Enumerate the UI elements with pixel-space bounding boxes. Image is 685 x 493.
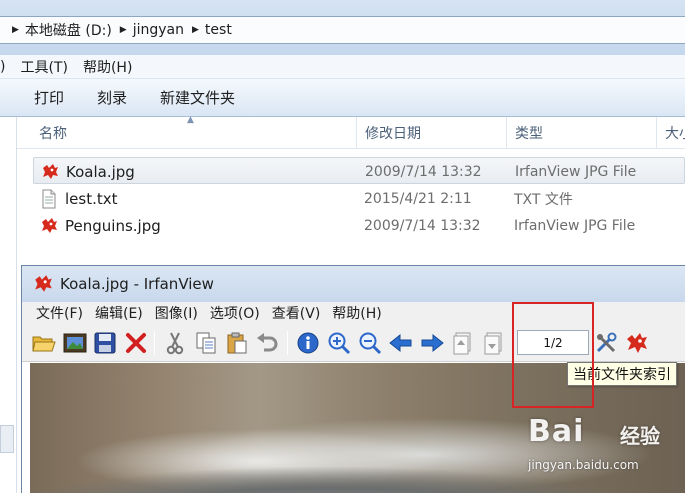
menu-image[interactable]: 图像(I) <box>155 303 198 323</box>
breadcrumb-folder-test[interactable]: test <box>205 22 232 38</box>
address-bar[interactable]: ▶ 本地磁盘 (D:) ▶ jingyan ▶ test <box>0 16 685 44</box>
baidu-jingyan-watermark: Bai 经验 jingyan.baidu.com <box>528 414 678 484</box>
about-button[interactable] <box>624 330 650 356</box>
breadcrumb-drive[interactable]: 本地磁盘 (D:) <box>25 20 112 40</box>
file-date: 2015/4/21 2:11 <box>364 190 472 207</box>
file-name: Koala.jpg <box>66 162 135 181</box>
irfanview-icon <box>35 275 52 292</box>
paste-icon <box>227 332 247 354</box>
menu-file[interactable]: 文件(F) <box>36 303 83 323</box>
next-page-button[interactable] <box>481 330 507 356</box>
column-name[interactable]: 名称 <box>31 117 357 149</box>
image-frame <box>22 363 30 493</box>
print-button[interactable]: 打印 <box>34 87 64 108</box>
text-file-icon <box>42 189 56 208</box>
delete-icon <box>126 333 146 353</box>
file-name: lest.txt <box>65 189 118 208</box>
watermark-url: jingyan.baidu.com <box>528 458 639 472</box>
previous-page-icon <box>453 332 471 355</box>
slideshow-icon <box>63 333 87 353</box>
info-icon <box>297 332 319 354</box>
burn-button[interactable]: 刻录 <box>97 87 127 108</box>
copy-button[interactable] <box>193 330 219 356</box>
next-button[interactable] <box>419 330 445 356</box>
file-type: TXT 文件 <box>514 191 573 208</box>
toolbar-separator <box>154 331 155 355</box>
window-title: Koala.jpg - IrfanView <box>60 275 214 293</box>
open-button[interactable] <box>31 330 57 356</box>
zoom-in-icon <box>328 332 351 355</box>
file-row-lest[interactable]: lest.txt 2015/4/21 2:11 TXT 文件 <box>33 185 685 212</box>
toolbar-separator <box>287 331 288 355</box>
breadcrumb-arrow-icon[interactable]: ▶ <box>192 25 199 35</box>
file-row-koala[interactable]: Koala.jpg 2009/7/14 13:32 IrfanView JPG … <box>33 157 685 184</box>
column-date[interactable]: 修改日期 <box>357 117 507 149</box>
paste-button[interactable] <box>224 330 250 356</box>
menu-view[interactable]: 查看(V) <box>272 303 321 323</box>
irfanview-logo-icon <box>627 333 647 353</box>
explorer-command-bar: 打印 刻录 新建文件夹 <box>0 79 685 117</box>
zoom-out-icon <box>359 332 382 355</box>
undo-button[interactable] <box>254 330 280 356</box>
breadcrumb-arrow-icon[interactable]: ▶ <box>120 25 127 35</box>
info-button[interactable] <box>295 330 321 356</box>
cut-icon <box>166 332 184 355</box>
file-type: IrfanView JPG File <box>515 163 637 180</box>
column-type[interactable]: 类型 <box>507 117 657 149</box>
settings-button[interactable] <box>593 330 619 356</box>
breadcrumb-folder-jingyan[interactable]: jingyan <box>133 22 184 38</box>
irfanview-title-bar[interactable]: Koala.jpg - IrfanView <box>22 266 685 302</box>
watermark-logo: Bai <box>528 414 585 449</box>
menu-edit[interactable]: 编辑(E) <box>95 303 143 323</box>
file-row-penguins[interactable]: Penguins.jpg 2009/7/14 13:32 IrfanView J… <box>33 212 685 239</box>
open-folder-icon <box>32 336 56 352</box>
column-size[interactable]: 大小 <box>657 117 685 149</box>
column-date-label: 修改日期 <box>365 126 421 142</box>
previous-page-button[interactable] <box>450 330 476 356</box>
watermark-text: 经验 <box>620 424 660 448</box>
menu-help[interactable]: 帮助(H) <box>332 303 381 323</box>
zoom-out-button[interactable] <box>357 330 383 356</box>
file-name: Penguins.jpg <box>65 216 161 235</box>
column-size-label: 大小 <box>665 126 685 142</box>
save-button[interactable] <box>92 330 118 356</box>
menu-options[interactable]: 选项(O) <box>210 303 260 323</box>
file-type: IrfanView JPG File <box>514 217 636 234</box>
menu-view-partial[interactable]: ) <box>0 59 5 75</box>
file-date: 2009/7/14 13:32 <box>364 217 481 234</box>
address-row: ▶ 本地磁盘 (D:) ▶ jingyan ▶ test <box>0 0 685 55</box>
breadcrumb-arrow-icon[interactable]: ▶ <box>12 25 19 35</box>
previous-icon <box>389 333 412 353</box>
next-page-icon <box>484 332 502 355</box>
zoom-in-button[interactable] <box>326 330 352 356</box>
settings-icon <box>596 332 617 353</box>
column-type-label: 类型 <box>515 126 543 142</box>
next-icon <box>421 333 444 353</box>
irfanview-icon <box>43 163 58 179</box>
file-date: 2009/7/14 13:32 <box>365 163 482 180</box>
menu-tools[interactable]: 工具(T) <box>20 57 67 77</box>
annotation-highlight-box <box>512 302 594 408</box>
copy-icon <box>196 332 216 354</box>
menu-help[interactable]: 帮助(H) <box>83 57 132 77</box>
previous-button[interactable] <box>388 330 414 356</box>
cut-button[interactable] <box>162 330 188 356</box>
explorer-menu-bar: ) 工具(T) 帮助(H) <box>0 55 685 79</box>
save-icon <box>94 332 116 354</box>
navigation-scroll-thumb[interactable] <box>0 425 14 453</box>
new-folder-button[interactable]: 新建文件夹 <box>160 87 235 108</box>
irfanview-icon <box>42 217 57 233</box>
column-name-label: 名称 <box>39 126 67 142</box>
undo-icon <box>257 333 278 352</box>
column-header: ▲ 名称 修改日期 类型 大小 <box>17 115 685 149</box>
delete-button[interactable] <box>123 330 149 356</box>
slideshow-button[interactable] <box>62 330 88 356</box>
